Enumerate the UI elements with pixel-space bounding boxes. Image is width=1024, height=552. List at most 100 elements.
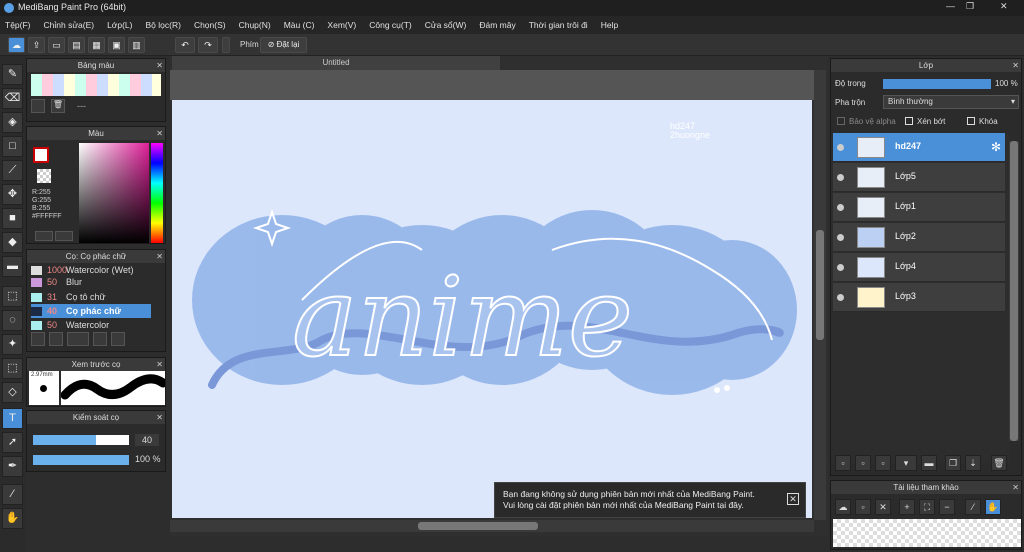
layer-row[interactable]: Lớp5 — [833, 163, 1005, 192]
grid-icon[interactable]: ▥ — [128, 37, 145, 53]
brush-size-value[interactable]: 40 — [135, 434, 159, 446]
chat-icon[interactable]: ▤ — [68, 37, 85, 53]
line-tool-icon[interactable]: ⟋ — [2, 160, 23, 181]
close-icon[interactable]: ✕ — [156, 411, 163, 424]
close-icon[interactable]: ✕ — [156, 250, 163, 263]
cloud-icon[interactable]: ☁ — [8, 37, 25, 53]
eyedropper-icon[interactable]: ⁄ — [2, 484, 23, 505]
lock-checkbox[interactable] — [967, 117, 975, 125]
rectangle-tool-icon[interactable]: □ — [2, 136, 23, 157]
visibility-icon[interactable] — [837, 294, 844, 301]
zoom-in-icon[interactable]: + — [899, 499, 915, 515]
hand-tool-icon[interactable]: ✋ — [985, 499, 1001, 515]
secondary-color-swatch[interactable] — [37, 169, 51, 183]
protect-alpha-checkbox[interactable] — [837, 117, 845, 125]
text-tool-icon[interactable]: T — [2, 408, 23, 429]
add-layer-menu-icon[interactable]: ▾ — [895, 455, 917, 471]
visibility-icon[interactable] — [837, 264, 844, 271]
scroll-thumb[interactable] — [1010, 141, 1018, 441]
undo-button[interactable]: ↶ — [175, 37, 195, 53]
pen-tool-icon[interactable]: ✒ — [2, 456, 23, 477]
select-pen-icon[interactable]: ⬚ — [2, 358, 23, 379]
select-eraser-icon[interactable]: ◇ — [2, 382, 23, 403]
move-tool-icon[interactable]: ✥ — [2, 184, 23, 205]
clipping-checkbox[interactable] — [905, 117, 913, 125]
horizontal-scrollbar[interactable] — [170, 520, 814, 532]
list-item[interactable]: 31 Cọ tô chữ — [31, 290, 139, 304]
eraser-tool-icon[interactable]: ⌫ — [2, 88, 23, 109]
magic-wand-icon[interactable]: ✦ — [2, 334, 23, 355]
menu-timelapse[interactable]: Thời gian trôi đi — [529, 20, 588, 30]
close-icon[interactable]: ✕ — [156, 127, 163, 140]
reference-canvas[interactable] — [833, 519, 1021, 547]
new-layer-8bit-icon[interactable]: ▫ — [855, 455, 871, 471]
menu-filter[interactable]: Bộ lọc(R) — [146, 20, 181, 30]
fill-rect-icon[interactable]: ■ — [2, 208, 23, 229]
merge-down-icon[interactable]: ⇣ — [965, 455, 981, 471]
primary-color-swatch[interactable] — [33, 147, 49, 163]
menu-color[interactable]: Màu (C) — [284, 20, 315, 30]
menu-layer[interactable]: Lớp(L) — [107, 20, 132, 30]
hand-tool-icon[interactable]: ✋ — [2, 508, 23, 529]
layer-row[interactable]: Lớp1 — [833, 193, 1005, 222]
blend-mode-select[interactable]: Bình thường ▾ — [883, 95, 1019, 109]
drawing-canvas[interactable]: anime hd247 2huongne — [172, 100, 812, 518]
document-icon[interactable]: ▦ — [88, 37, 105, 53]
new-layer-icon[interactable]: ▫ — [835, 455, 851, 471]
operation-tool-icon[interactable]: ➚ — [2, 432, 23, 453]
copy-icon[interactable] — [111, 332, 125, 346]
saturation-picker[interactable] — [79, 143, 149, 243]
minimize-button[interactable]: — — [946, 1, 955, 11]
document-tab[interactable]: Untitled — [172, 56, 500, 70]
menu-select[interactable]: Chọn(S) — [194, 20, 226, 30]
layer-row-selected[interactable]: hd247 ✻ — [833, 133, 1005, 162]
brush-menu-icon[interactable] — [67, 332, 89, 346]
menu-help[interactable]: Help — [601, 20, 618, 30]
close-icon[interactable]: ✕ — [156, 59, 163, 72]
visibility-icon[interactable] — [837, 174, 844, 181]
maximize-button[interactable]: ❐ — [966, 1, 974, 12]
vertical-scrollbar[interactable] — [814, 70, 826, 520]
scroll-thumb[interactable] — [816, 230, 824, 340]
close-icon[interactable]: ✕ — [1012, 59, 1019, 72]
close-icon[interactable]: ✕ — [156, 358, 163, 371]
add-brush-icon[interactable] — [31, 332, 45, 346]
folder-icon[interactable] — [93, 332, 107, 346]
folder-icon[interactable]: ▬ — [921, 455, 937, 471]
brush-opacity-slider[interactable] — [33, 455, 129, 465]
list-item[interactable]: 50 Blur — [31, 275, 139, 289]
menu-view[interactable]: Xem(V) — [327, 20, 356, 30]
new-reference-icon[interactable]: ▫ — [855, 499, 871, 515]
share-icon[interactable]: ⇪ — [28, 37, 45, 53]
new-brush-icon[interactable] — [49, 332, 63, 346]
bucket-tool-icon[interactable]: ◆ — [2, 232, 23, 253]
fit-icon[interactable]: ⛶ — [919, 499, 935, 515]
menu-window[interactable]: Cửa sổ(W) — [425, 20, 467, 30]
close-icon[interactable]: ✕ — [787, 493, 799, 505]
reset-button[interactable]: ⊘ Đặt lại — [260, 37, 307, 53]
visibility-icon[interactable] — [837, 144, 844, 151]
brush-size-slider[interactable] — [33, 435, 129, 445]
gear-icon[interactable]: ✻ — [991, 140, 1001, 154]
menu-file[interactable]: Tệp(F) — [5, 20, 31, 30]
menu-edit[interactable]: Chỉnh sửa(E) — [44, 20, 95, 30]
select-rect-icon[interactable]: ⬚ — [2, 286, 23, 307]
duplicate-icon[interactable]: ❐ — [945, 455, 961, 471]
close-button[interactable]: ✕ — [1000, 1, 1008, 12]
close-icon[interactable]: ✕ — [1012, 481, 1019, 494]
layer-opacity-slider[interactable] — [883, 79, 991, 89]
lasso-icon[interactable]: ◌ — [2, 310, 23, 331]
scroll-thumb[interactable] — [418, 522, 538, 530]
close-icon[interactable]: ✕ — [875, 499, 891, 515]
color-tool-button[interactable] — [35, 231, 53, 241]
comment-icon[interactable]: ▭ — [48, 37, 65, 53]
visibility-icon[interactable] — [837, 204, 844, 211]
hue-slider[interactable] — [151, 143, 163, 243]
trash-icon[interactable]: 🗑 — [991, 455, 1007, 471]
menu-capture[interactable]: Chụp(N) — [239, 20, 271, 30]
list-item-selected[interactable]: 40 Cọ phác chữ — [31, 304, 151, 318]
brush-tool-icon[interactable]: ✎ — [2, 64, 23, 85]
redo-button[interactable]: ↷ — [198, 37, 218, 53]
menu-cloud[interactable]: Đám mây — [479, 20, 515, 30]
dot-eraser-icon[interactable]: ◈ — [2, 112, 23, 133]
